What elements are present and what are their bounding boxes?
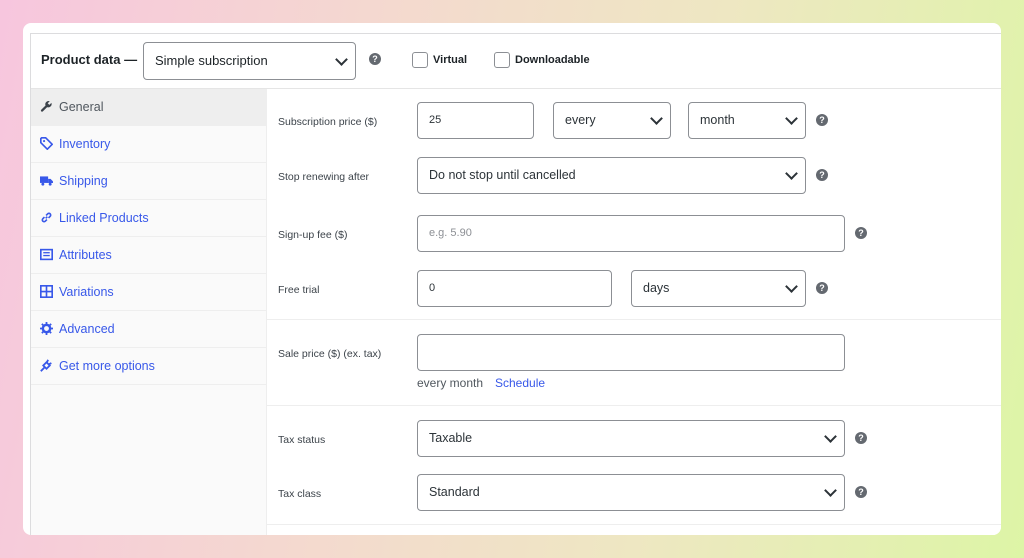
help-icon[interactable]: ?	[855, 227, 867, 239]
free-trial-unit-select[interactable]: days	[631, 270, 806, 307]
tab-get-more-options[interactable]: Get more options	[31, 348, 267, 385]
product-data-header: Product data — Simple subscription ? Vir…	[31, 34, 1001, 89]
tab-label: Shipping	[59, 174, 108, 188]
chevron-down-icon	[785, 112, 798, 125]
billing-interval-select[interactable]: every	[553, 102, 671, 139]
sale-price-period-note: every month	[417, 376, 484, 390]
truck-icon	[40, 176, 53, 186]
tab-variations[interactable]: Variations	[31, 274, 267, 311]
chevron-down-icon	[785, 280, 798, 293]
tax-class-label: Tax class	[278, 488, 322, 500]
tab-label: Inventory	[59, 137, 111, 151]
plug-icon	[40, 359, 52, 372]
tab-label: General	[59, 100, 104, 114]
free-trial-unit-value: days	[643, 281, 670, 295]
free-trial-value: 0	[429, 282, 436, 294]
section-divider	[267, 319, 1001, 320]
product-type-value: Simple subscription	[155, 53, 268, 68]
downloadable-label: Downloadable	[515, 54, 590, 66]
signup-fee-label: Sign-up fee ($)	[278, 229, 348, 241]
chevron-down-icon	[824, 484, 837, 497]
billing-period-select[interactable]: month	[688, 102, 806, 139]
product-type-select[interactable]: Simple subscription	[143, 42, 356, 80]
tab-advanced[interactable]: Advanced	[31, 311, 267, 348]
tax-class-value: Standard	[429, 485, 480, 499]
subscription-price-input[interactable]: 25	[417, 102, 534, 139]
tab-linked-products[interactable]: Linked Products	[31, 200, 267, 237]
subscription-price-value: 25	[429, 114, 442, 126]
subscription-price-label: Subscription price ($)	[278, 116, 378, 128]
help-icon[interactable]: ?	[369, 53, 381, 65]
section-divider	[267, 524, 1001, 525]
product-data-card: Product data — Simple subscription ? Vir…	[23, 23, 1001, 535]
free-trial-label: Free trial	[278, 284, 320, 296]
link-icon	[41, 212, 52, 223]
product-data-panel: Product data — Simple subscription ? Vir…	[30, 33, 1001, 535]
schedule-link[interactable]: Schedule	[495, 376, 545, 390]
tab-inventory[interactable]: Inventory	[31, 126, 267, 163]
billing-period-value: month	[700, 113, 735, 127]
stop-renewing-label: Stop renewing after	[278, 171, 370, 183]
tax-class-select[interactable]: Standard	[417, 474, 845, 511]
product-data-title: Product data —	[41, 52, 138, 67]
stop-renewing-select[interactable]: Do not stop until cancelled	[417, 157, 806, 194]
help-icon[interactable]: ?	[816, 282, 828, 294]
chevron-down-icon	[824, 430, 837, 443]
tab-label: Get more options	[59, 359, 155, 373]
sale-price-input[interactable]	[417, 334, 845, 371]
virtual-checkbox[interactable]	[412, 52, 428, 68]
downloadable-checkbox[interactable]	[494, 52, 510, 68]
help-icon[interactable]: ?	[855, 432, 867, 444]
sale-price-label: Sale price ($) (ex. tax)	[278, 348, 382, 360]
tax-status-label: Tax status	[278, 434, 326, 446]
help-icon[interactable]: ?	[855, 486, 867, 498]
list-icon	[40, 248, 53, 261]
help-icon[interactable]: ?	[816, 169, 828, 181]
help-icon[interactable]: ?	[816, 114, 828, 126]
stop-renewing-value: Do not stop until cancelled	[429, 168, 576, 182]
tag-icon	[40, 137, 53, 150]
tab-shipping[interactable]: Shipping	[31, 163, 267, 200]
billing-interval-value: every	[565, 113, 596, 127]
chevron-down-icon	[650, 112, 663, 125]
tax-status-value: Taxable	[429, 431, 473, 445]
tab-general[interactable]: General	[31, 89, 267, 126]
signup-fee-placeholder: e.g. 5.90	[429, 227, 472, 239]
virtual-label: Virtual	[433, 54, 468, 66]
tab-label: Advanced	[59, 322, 115, 336]
signup-fee-input[interactable]: e.g. 5.90	[417, 215, 845, 252]
tab-label: Variations	[59, 285, 114, 299]
section-divider	[267, 405, 1001, 406]
product-data-tabs: General Inventory Shipping Linked Produc…	[31, 89, 267, 535]
tab-label: Linked Products	[59, 211, 149, 225]
free-trial-input[interactable]: 0	[417, 270, 612, 307]
chevron-down-icon	[335, 53, 348, 66]
general-panel: Subscription price ($) 25 every month ? …	[267, 89, 1001, 535]
tab-label: Attributes	[59, 248, 112, 262]
tax-status-select[interactable]: Taxable	[417, 420, 845, 457]
tab-attributes[interactable]: Attributes	[31, 237, 267, 274]
grid-icon	[40, 285, 53, 298]
wrench-icon	[40, 100, 52, 112]
gear-icon	[40, 322, 53, 335]
chevron-down-icon	[785, 167, 798, 180]
